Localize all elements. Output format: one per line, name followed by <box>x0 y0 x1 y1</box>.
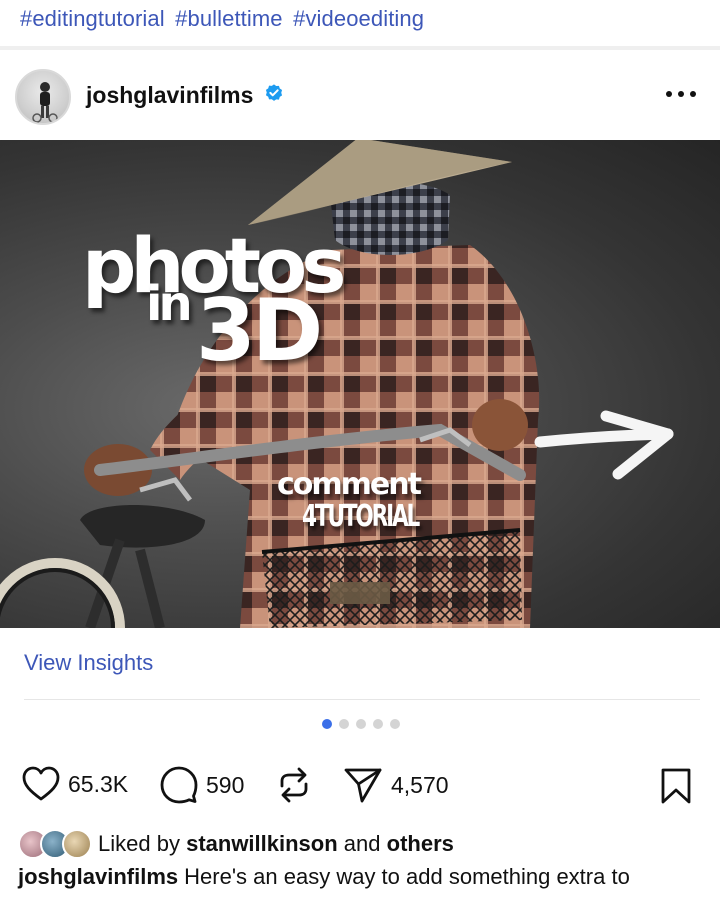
comment-count[interactable]: 590 <box>206 772 244 799</box>
verified-badge-icon <box>265 84 283 101</box>
carousel-dot <box>390 719 400 729</box>
share-button[interactable]: 4,570 <box>343 766 449 804</box>
hashtag-link[interactable]: #videoediting <box>293 6 424 31</box>
heart-icon <box>22 766 60 801</box>
like-count[interactable]: 65.3K <box>68 771 128 798</box>
paper-plane-icon <box>344 768 382 803</box>
action-bar: 65.3K 590 4,570 <box>0 760 720 810</box>
more-dot <box>690 91 696 97</box>
overlay-cta-comment: comment <box>277 467 422 502</box>
liked-by-text: Liked by stanwillkinson and others <box>98 831 454 857</box>
share-count[interactable]: 4,570 <box>391 772 449 799</box>
more-dot <box>666 91 672 97</box>
overlay-title-in: in <box>146 276 193 332</box>
carousel-indicator <box>322 719 400 729</box>
liked-by-prefix: Liked by <box>98 831 180 856</box>
view-insights-link[interactable]: View Insights <box>24 650 153 676</box>
repost-icon <box>280 767 308 803</box>
overlay-cta-tutorial: 4TUTORIAL <box>302 499 420 534</box>
post-username[interactable]: joshglavinfilms <box>86 82 253 109</box>
bookmark-icon <box>661 768 691 804</box>
hashtag-link[interactable]: #editingtutorial <box>20 6 165 31</box>
repost-button[interactable] <box>276 766 312 804</box>
carousel-dot <box>339 719 349 729</box>
comment-button[interactable]: 590 <box>160 766 244 804</box>
liked-by-row: Liked by stanwillkinson and others <box>18 828 454 860</box>
carousel-dot <box>356 719 366 729</box>
carousel-dot <box>373 719 383 729</box>
liked-by-others[interactable]: others <box>387 831 454 856</box>
like-button[interactable]: 65.3K <box>22 766 128 802</box>
insights-divider <box>24 699 700 700</box>
avatar-person-icon <box>32 82 58 123</box>
hashtag-link[interactable]: #bullettime <box>175 6 283 31</box>
liker-avatar <box>62 829 92 859</box>
post-image[interactable]: photos in 3D comment 4TUTORIAL <box>0 140 720 628</box>
comment-bubble-icon <box>160 766 198 804</box>
hashtag-line: #editingtutorial #bullettime #videoediti… <box>0 0 720 46</box>
caption-text: Here's an easy way to add something extr… <box>184 864 630 889</box>
caption-username[interactable]: joshglavinfilms <box>18 864 178 889</box>
overlay-title-3d: 3D <box>196 281 323 381</box>
more-dot <box>678 91 684 97</box>
cyclist-illustration <box>0 140 674 628</box>
save-button[interactable] <box>660 768 692 804</box>
carousel-dot-active <box>322 719 332 729</box>
liker-avatars[interactable] <box>18 829 94 859</box>
post-caption: joshglavinfilms Here's an easy way to add… <box>18 864 630 890</box>
more-options-button[interactable] <box>666 84 696 104</box>
liked-by-user[interactable]: stanwillkinson <box>186 831 338 856</box>
post-header: joshglavinfilms <box>0 50 720 140</box>
avatar[interactable] <box>15 69 71 125</box>
liked-by-connector: and <box>343 831 381 856</box>
